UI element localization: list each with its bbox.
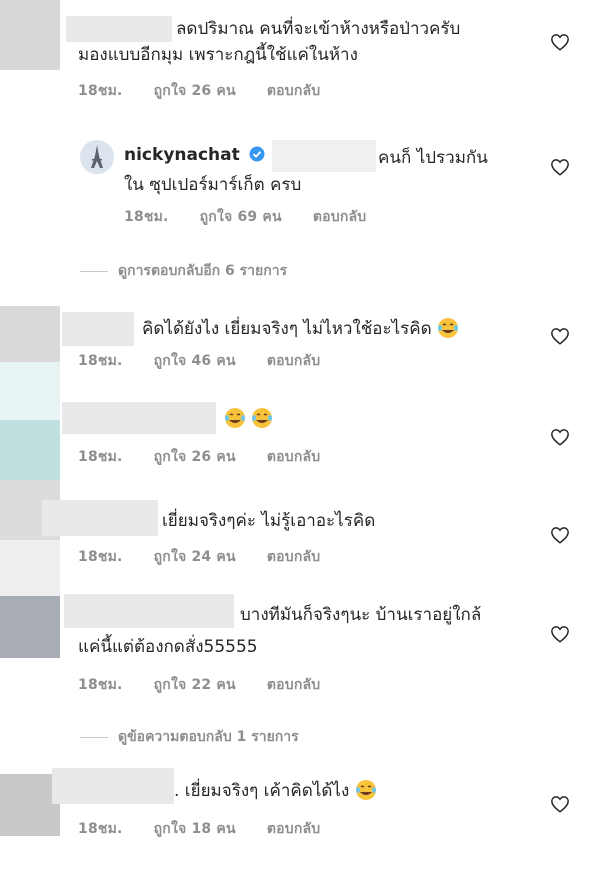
comment-time: 18ชม. xyxy=(78,821,123,837)
face-with-tears-of-joy-icon xyxy=(438,318,459,338)
comment-time: 18ชม. xyxy=(124,209,169,225)
redacted-username xyxy=(42,500,158,536)
comment-meta: 18ชม. ถูกใจ 24 คน ตอบกลับ xyxy=(78,546,346,568)
redacted-username xyxy=(62,402,216,434)
reply-button[interactable]: ตอบกลับ xyxy=(267,353,321,369)
avatar[interactable] xyxy=(80,140,114,174)
comment-text: ลดปริมาณ คนที่จะเข้าห้างหรือป่าวครับ xyxy=(176,19,461,39)
comment-text: คิดได้ยังไง เยี่ยมจริงๆ ไม่ไหวใช้อะไรคิด xyxy=(142,316,459,342)
avatar xyxy=(0,596,60,658)
avatar xyxy=(0,540,60,596)
comment-text: เยี่ยมจริงๆค่ะ ไม่รู้เอาอะไรคิด xyxy=(162,511,376,531)
heart-outline-icon[interactable] xyxy=(550,33,570,51)
avatar xyxy=(0,362,60,420)
heart-outline-icon[interactable] xyxy=(550,327,570,345)
like-count[interactable]: ถูกใจ 18 คน xyxy=(154,821,236,837)
comment-text: คนก็ ไปรวมกัน xyxy=(378,148,488,168)
reply-button[interactable]: ตอบกลับ xyxy=(267,449,321,465)
like-count[interactable]: ถูกใจ 22 คน xyxy=(154,677,236,693)
redacted-username xyxy=(52,768,174,804)
comment-text: nickynachat xyxy=(124,142,269,168)
reply-button[interactable]: ตอบกลับ xyxy=(267,821,321,837)
comment-text xyxy=(224,406,273,432)
redacted-username xyxy=(64,594,234,628)
face-with-tears-of-joy-icon xyxy=(225,408,245,428)
face-with-tears-of-joy-icon xyxy=(355,780,376,800)
comment-time: 18ชม. xyxy=(78,83,123,99)
redacted-username xyxy=(62,312,134,346)
comment-text: ใน ซุปเปอร์มาร์เก็ต ครบ xyxy=(124,175,302,195)
avatar xyxy=(0,420,60,480)
view-more-label: ดูข้อความตอบกลับ 1 รายการ xyxy=(118,729,299,745)
comment-meta: 18ชม. ถูกใจ 18 คน ตอบกลับ xyxy=(78,818,346,840)
view-more-label: ดูการตอบกลับอีก 6 รายการ xyxy=(118,263,288,279)
view-more-replies-button[interactable]: ดูการตอบกลับอีก 6 รายการ xyxy=(80,260,287,282)
like-count[interactable]: ถูกใจ 46 คน xyxy=(154,353,236,369)
comment-meta: 18ชม. ถูกใจ 46 คน ตอบกลับ xyxy=(78,350,346,372)
comment-body: . เยี่ยมจริงๆ เค้าคิดได้ไง xyxy=(174,781,350,801)
avatar xyxy=(0,774,60,836)
redacted-username xyxy=(66,16,172,42)
reply-button[interactable]: ตอบกลับ xyxy=(267,549,321,565)
comment-meta: 18ชม. ถูกใจ 26 คน ตอบกลับ xyxy=(78,446,346,468)
comment-time: 18ชม. xyxy=(78,549,123,565)
comment-meta: 18ชม. ถูกใจ 22 คน ตอบกลับ xyxy=(78,674,346,696)
like-count[interactable]: ถูกใจ 26 คน xyxy=(154,83,236,99)
redacted-username xyxy=(272,140,376,172)
divider xyxy=(80,736,108,738)
username[interactable]: nickynachat xyxy=(124,145,240,165)
comment-text: . เยี่ยมจริงๆ เค้าคิดได้ไง xyxy=(174,778,377,804)
heart-outline-icon[interactable] xyxy=(550,158,570,176)
heart-outline-icon[interactable] xyxy=(550,625,570,643)
heart-outline-icon[interactable] xyxy=(550,428,570,446)
divider xyxy=(80,270,108,272)
comment-time: 18ชม. xyxy=(78,449,123,465)
avatar xyxy=(0,0,60,70)
like-count[interactable]: ถูกใจ 26 คน xyxy=(154,449,236,465)
like-count[interactable]: ถูกใจ 24 คน xyxy=(154,549,236,565)
avatar xyxy=(0,306,60,362)
eiffel-tower-icon xyxy=(80,140,114,174)
reply-button[interactable]: ตอบกลับ xyxy=(313,209,367,225)
view-more-replies-button[interactable]: ดูข้อความตอบกลับ 1 รายการ xyxy=(80,726,299,748)
heart-outline-icon[interactable] xyxy=(550,795,570,813)
comment-time: 18ชม. xyxy=(78,353,123,369)
comment-body: คิดได้ยังไง เยี่ยมจริงๆ ไม่ไหวใช้อะไรคิด xyxy=(142,319,432,339)
reply-button[interactable]: ตอบกลับ xyxy=(267,83,321,99)
comment-text: บางทีมันก็จริงๆนะ บ้านเราอยู่ใกล้ xyxy=(240,605,482,625)
comment-meta: 18ชม. ถูกใจ 69 คน ตอบกลับ xyxy=(124,206,392,228)
comment-time: 18ชม. xyxy=(78,677,123,693)
reply-button[interactable]: ตอบกลับ xyxy=(267,677,321,693)
comment-text: มองแบบอีกมุม เพราะกฎนี้ใช้แค่ในห้าง xyxy=(78,45,358,65)
comment-meta: 18ชม. ถูกใจ 26 คน ตอบกลับ xyxy=(78,80,346,102)
heart-outline-icon[interactable] xyxy=(550,526,570,544)
like-count[interactable]: ถูกใจ 69 คน xyxy=(200,209,282,225)
comment-text: แค่นี้แต่ต้องกดสั่ง55555 xyxy=(78,637,258,657)
verified-badge-icon xyxy=(249,146,265,162)
face-with-tears-of-joy-icon xyxy=(252,408,273,428)
